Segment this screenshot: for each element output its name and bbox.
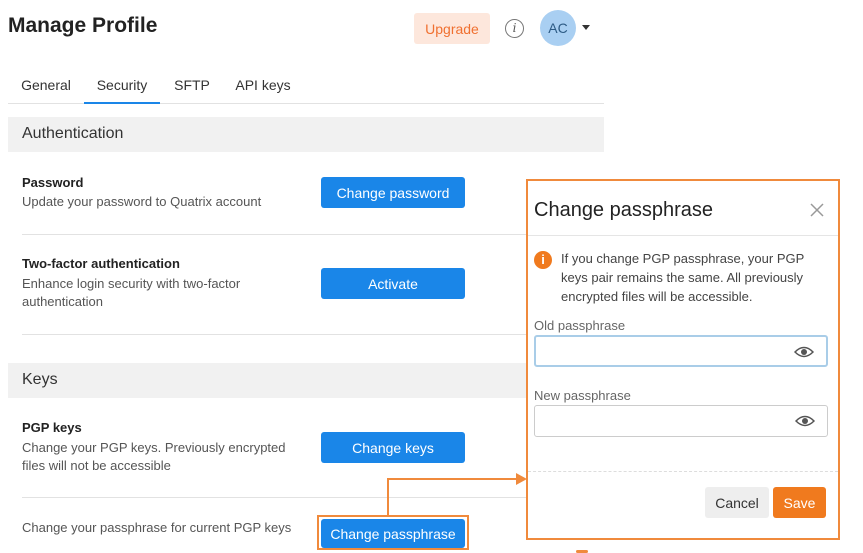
warning-icon: i — [534, 251, 552, 269]
tab-general[interactable]: General — [16, 62, 76, 104]
close-icon[interactable] — [808, 201, 826, 219]
tab-sftp[interactable]: SFTP — [170, 62, 214, 104]
pgp-keys-title: PGP keys — [22, 420, 82, 435]
two-factor-description-line2: authentication — [22, 294, 103, 309]
tab-bar: General Security SFTP API keys — [8, 62, 604, 104]
pgp-keys-description-line2: files will not be accessible — [22, 458, 171, 473]
change-passphrase-button[interactable]: Change passphrase — [321, 519, 465, 548]
tab-security[interactable]: Security — [84, 62, 160, 104]
password-description: Update your password to Quatrix account — [22, 194, 262, 209]
passphrase-description: Change your passphrase for current PGP k… — [22, 520, 292, 535]
dialog-title: Change passphrase — [534, 199, 714, 221]
password-title: Password — [22, 175, 84, 190]
tab-api-keys[interactable]: API keys — [230, 62, 296, 104]
callout-connector — [387, 478, 389, 516]
old-passphrase-input[interactable] — [536, 337, 786, 365]
chevron-down-icon[interactable] — [582, 25, 590, 30]
new-passphrase-label: New passphrase — [534, 388, 631, 403]
old-passphrase-label: Old passphrase — [534, 318, 626, 333]
new-passphrase-input[interactable] — [535, 406, 785, 436]
dialog-message: If you change PGP passphrase, your PGP k… — [561, 251, 805, 304]
save-button[interactable]: Save — [773, 487, 826, 518]
cancel-button[interactable]: Cancel — [705, 487, 769, 518]
page-title: Manage Profile — [8, 14, 158, 37]
divider — [22, 497, 604, 498]
divider — [22, 334, 604, 335]
callout-connector — [387, 478, 517, 480]
new-passphrase-field — [534, 405, 828, 437]
change-keys-button[interactable]: Change keys — [321, 432, 465, 463]
two-factor-title: Two-factor authentication — [22, 256, 180, 271]
eye-icon[interactable] — [794, 345, 814, 359]
divider — [22, 234, 604, 235]
old-passphrase-field — [534, 335, 828, 367]
avatar[interactable]: AC — [540, 10, 576, 46]
dialog-divider — [528, 471, 838, 472]
two-factor-description-line1: Enhance login security with two-factor — [22, 276, 241, 291]
activate-2fa-button[interactable]: Activate — [321, 268, 465, 299]
section-authentication: Authentication — [8, 117, 604, 152]
dialog-divider — [528, 235, 838, 236]
change-password-button[interactable]: Change password — [321, 177, 465, 208]
section-keys: Keys — [8, 363, 604, 398]
upgrade-button[interactable]: Upgrade — [414, 13, 490, 44]
change-passphrase-dialog: Change passphrase i If you change PGP pa… — [526, 179, 840, 540]
info-icon[interactable]: i — [505, 19, 524, 38]
eye-icon[interactable] — [795, 414, 815, 428]
pgp-keys-description-line1: Change your PGP keys. Previously encrypt… — [22, 440, 286, 455]
